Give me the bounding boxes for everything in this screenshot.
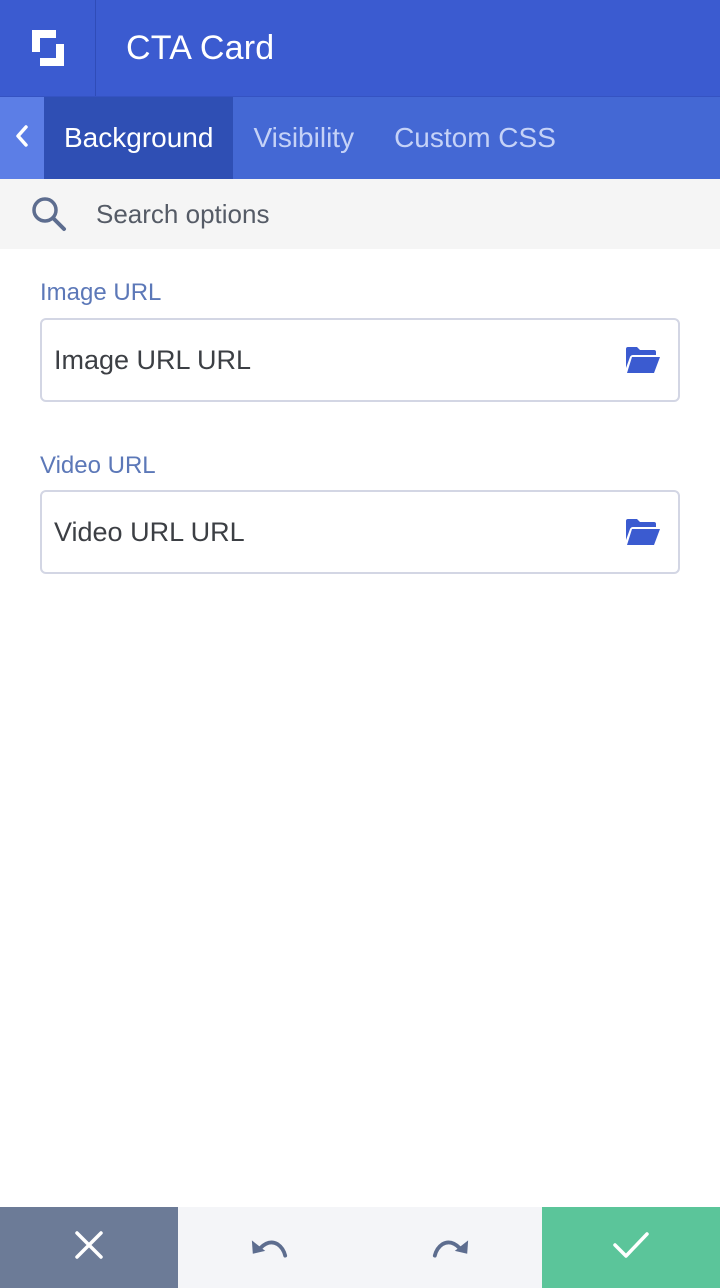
video-url-label: Video URL bbox=[40, 452, 156, 479]
tab-bar: Background Visibility Custom CSS bbox=[0, 96, 720, 179]
builder-logo-icon bbox=[0, 0, 96, 96]
search-bar[interactable]: Search options bbox=[0, 179, 720, 249]
save-button[interactable] bbox=[542, 1207, 720, 1288]
search-icon bbox=[30, 194, 70, 234]
footer-actions bbox=[0, 1207, 720, 1288]
redo-icon[interactable] bbox=[431, 1233, 471, 1263]
image-url-label: Image URL bbox=[40, 279, 162, 306]
folder-open-icon[interactable] bbox=[624, 345, 664, 375]
tab-visibility[interactable]: Visibility bbox=[233, 97, 374, 179]
history-controls bbox=[178, 1207, 542, 1288]
tab-custom-css[interactable]: Custom CSS bbox=[374, 97, 576, 179]
search-input[interactable]: Search options bbox=[96, 199, 269, 230]
page-title: CTA Card bbox=[126, 28, 275, 67]
undo-icon[interactable] bbox=[249, 1233, 289, 1263]
back-button[interactable] bbox=[0, 97, 44, 179]
cancel-button[interactable] bbox=[0, 1207, 178, 1288]
folder-open-icon[interactable] bbox=[624, 517, 664, 547]
image-url-value[interactable]: Image URL URL bbox=[54, 345, 251, 376]
close-icon bbox=[74, 1230, 104, 1265]
chevron-left-icon bbox=[14, 124, 30, 153]
header-bar: CTA Card bbox=[0, 0, 720, 96]
check-icon bbox=[612, 1230, 650, 1265]
tab-background[interactable]: Background bbox=[44, 97, 234, 179]
video-url-field[interactable]: Video URL URL bbox=[40, 490, 680, 574]
video-url-value[interactable]: Video URL URL bbox=[54, 517, 245, 548]
image-url-field[interactable]: Image URL URL bbox=[40, 318, 680, 402]
